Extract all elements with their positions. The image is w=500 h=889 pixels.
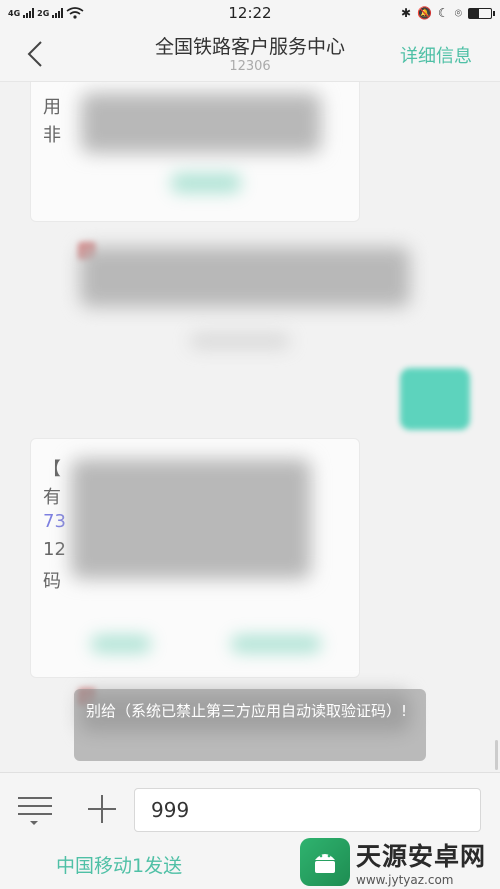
details-button[interactable]: 详细信息 — [400, 42, 472, 68]
status-bar: 4G 2G 12:22 ✱ 🔕 ☾ ⌾ — [0, 0, 500, 26]
add-attachment-button[interactable] — [88, 795, 116, 823]
blurred-link — [91, 635, 151, 653]
message-text: 非 — [43, 125, 61, 146]
blurred-content — [81, 93, 321, 153]
toast-notification: 别给（系统已禁止第三方应用自动读取验证码）! — [74, 689, 426, 761]
menu-button[interactable] — [16, 795, 54, 829]
signal-bars-icon — [23, 8, 35, 18]
watermark: 天源安卓网 www.jytyaz.com — [300, 834, 500, 889]
message-text: 有 — [43, 487, 61, 508]
blurred-content — [190, 334, 290, 348]
message-bubble-incoming[interactable]: 【 有 73 12 码 — [30, 438, 360, 678]
scrollbar[interactable] — [495, 740, 498, 770]
signal-label-2: 2G — [37, 8, 50, 18]
location-icon: ⌾ — [454, 5, 462, 20]
blurred-content — [71, 459, 311, 579]
message-text: 12 — [43, 539, 66, 560]
android-logo-icon — [300, 837, 350, 886]
message-text: 码 — [43, 571, 61, 592]
conversation-header: 全国铁路客户服务中心 12306 详细信息 — [0, 26, 500, 82]
message-list[interactable]: 用 非 【 有 73 12 码 — [0, 82, 500, 772]
message-text: 【 — [43, 459, 61, 480]
message-text: 用 — [43, 97, 61, 118]
message-bubble-outgoing[interactable] — [400, 368, 470, 430]
blurred-link — [231, 635, 321, 653]
blurred-link — [171, 173, 241, 193]
send-button[interactable]: 中国移动1发送 — [56, 851, 182, 878]
moon-icon: ☾ — [438, 6, 449, 20]
watermark-title: 天源安卓网 — [356, 841, 487, 871]
message-bubble-incoming[interactable]: 用 非 — [30, 82, 360, 222]
signal-indicators: 4G 2G — [8, 7, 84, 19]
bluetooth-icon: ✱ — [401, 6, 412, 20]
signal-label-1: 4G — [8, 8, 21, 18]
signal-bars-icon — [52, 8, 64, 18]
bell-off-icon: 🔕 — [417, 6, 433, 20]
blurred-content — [80, 247, 410, 307]
message-text: 73 — [43, 511, 66, 532]
watermark-url: www.jytyaz.com — [356, 872, 454, 887]
status-icons: ✱ 🔕 ☾ ⌾ — [401, 5, 495, 21]
battery-icon — [468, 7, 495, 19]
wifi-icon — [66, 7, 84, 19]
message-input[interactable] — [134, 788, 481, 832]
